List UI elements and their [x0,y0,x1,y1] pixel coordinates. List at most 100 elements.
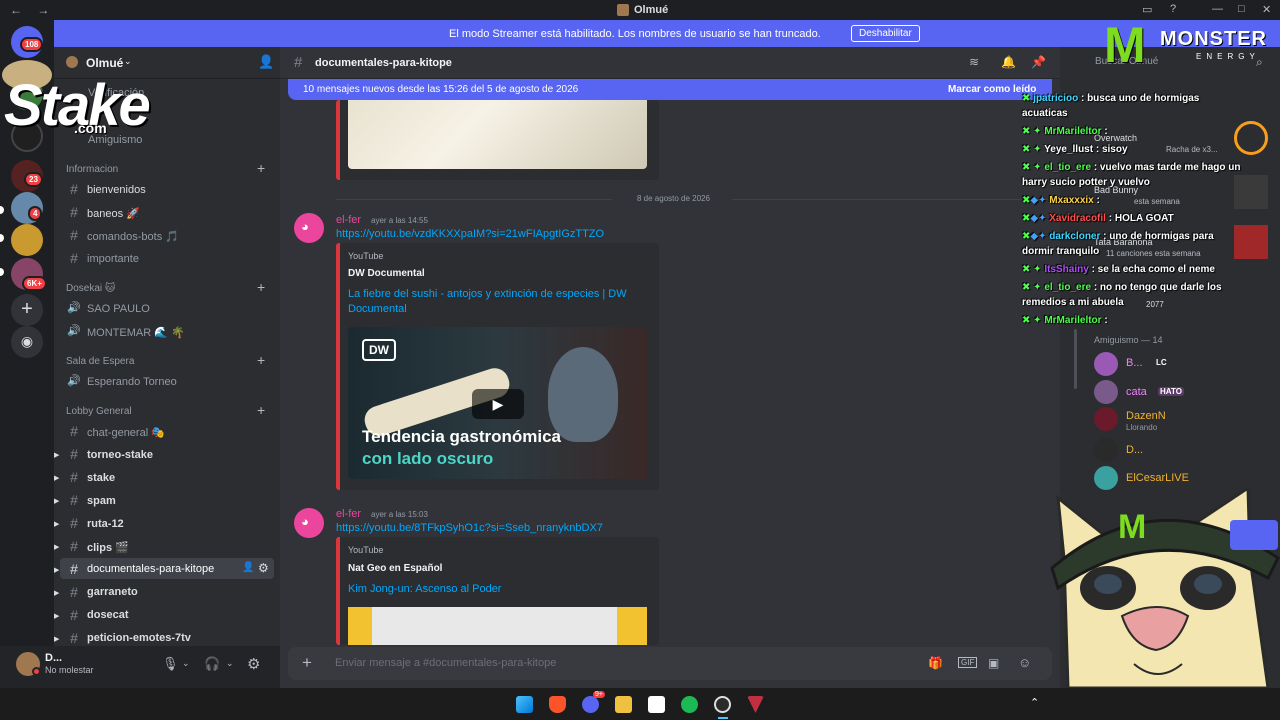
message-link[interactable]: https://youtu.be/vzdKKXXpaIM?si=21wFIApg… [336,228,604,240]
add-channel-icon[interactable]: + [257,160,265,176]
voice-channel-esperando-torneo[interactable]: Esperando Torneo [87,376,177,388]
new-messages-bar[interactable]: 10 mensajes nuevos desde las 15:26 del 5… [288,79,1052,100]
add-friend-icon[interactable]: 👤 [258,54,274,70]
channel-clips[interactable]: clips 🎬 [87,541,129,554]
launcher-icon[interactable] [747,696,764,713]
message-author[interactable]: el-fer [336,214,361,226]
disable-streamer-button[interactable]: Deshabilitar [851,25,920,42]
discord-icon[interactable] [582,696,599,713]
discover-icon[interactable]: ◉ [11,326,43,358]
chevron-down-icon[interactable]: ⌄ [182,658,190,669]
avatar[interactable]: ◕ [294,508,324,538]
server-badge: 6K+ [22,276,47,291]
video-thumbnail[interactable] [348,607,647,645]
close-icon[interactable]: ✕ [1262,3,1271,16]
user-panel: D... No molestar 🎙 ⌄ 🎧 ⌄ ⚙ [0,646,280,688]
maximize-icon[interactable]: □ [1238,3,1245,15]
brave-icon[interactable] [549,696,566,713]
avatar[interactable]: ◕ [294,213,324,243]
help-icon[interactable]: ? [1170,3,1176,15]
category-informacion[interactable]: Informacion [66,164,118,175]
embed-title[interactable]: La fiebre del sushi - antojos y extinció… [348,287,648,317]
invite-icon[interactable]: 👤 [242,562,254,573]
gift-icon[interactable]: 🎁 [928,656,943,670]
pin-icon[interactable]: 📌 [1031,55,1046,69]
voice-channel-montemar[interactable]: MONTEMAR 🌊 🌴 [87,326,185,339]
channel-baneos[interactable]: baneos 🚀 [87,207,140,220]
unread-arrow-icon: ▶ [54,590,60,597]
scrollbar[interactable] [1074,329,1077,389]
category-dosekai[interactable]: Dosekai 🐱 [66,283,115,294]
member-name[interactable]: cata [1126,386,1147,398]
embed-author[interactable]: DW Documental [348,268,425,279]
gif-icon[interactable]: GIF [958,657,978,668]
emoji-icon[interactable]: ☺ [1018,655,1031,670]
microphone-icon[interactable]: 🎙 [162,656,179,672]
channel-documentales-para-kitope[interactable]: documentales-para-kitope [87,563,214,575]
avatar[interactable] [1094,380,1118,404]
channel-peticion-emotes-7tv[interactable]: peticion-emotes-7tv [87,632,191,644]
chevron-down-icon[interactable]: ⌄ [226,658,234,669]
nav-arrows-icon[interactable]: ← → [10,3,55,17]
channel-bienvenidos[interactable]: bienvenidos [87,184,146,196]
gear-icon[interactable]: ⚙ [258,561,269,575]
channel-ruta-12[interactable]: ruta-12 [87,518,124,530]
play-icon[interactable]: ▶ [472,389,524,419]
category-sala-de-espera[interactable]: Sala de Espera [66,356,134,367]
minimize-icon[interactable]: — [1212,3,1223,15]
video-thumbnail[interactable]: DW ▶ Tendencia gastronómica con lado osc… [348,327,647,479]
channel-comandos-bots[interactable]: comandos-bots 🎵 [87,230,179,243]
sticker-icon[interactable]: ▣ [988,656,999,670]
hash-icon: # [70,446,78,462]
threads-icon[interactable]: ≋ [969,55,979,69]
message-link[interactable]: https://youtu.be/8TFkpSyhO1c?si=Sseb_nra… [336,522,603,534]
add-server-icon[interactable]: + [11,294,43,326]
obs-icon[interactable] [714,696,731,713]
server-icon[interactable] [11,224,43,256]
add-channel-icon[interactable]: + [257,352,265,368]
member-name[interactable]: DazenN [1126,410,1166,422]
channel-stake[interactable]: stake [87,472,115,484]
avatar[interactable] [1094,438,1118,462]
add-attachment-icon[interactable]: + [302,653,312,673]
message-input[interactable]: + Enviar mensaje a #documentales-para-ki… [288,647,1052,680]
embed-provider[interactable]: YouTube [348,251,383,261]
tray-chevron-up-icon[interactable]: ⌃ [1030,696,1039,709]
headphones-icon[interactable]: 🎧 [204,656,220,672]
avatar[interactable] [1094,352,1118,376]
user-name[interactable]: D... [45,652,62,664]
add-channel-icon[interactable]: + [257,279,265,295]
voice-channel-sao-paulo[interactable]: SAO PAULO [87,303,150,315]
member-name[interactable]: ElCesarLIVE [1126,472,1189,484]
channel-header: # documentales-para-kitope ≋ 🔔 📌 [280,47,1060,79]
category-lobby-general[interactable]: Lobby General [66,406,132,417]
avatar[interactable] [1094,407,1118,431]
embed-title[interactable]: Kim Jong-un: Ascenso al Poder [348,582,501,597]
message-author[interactable]: el-fer [336,508,361,520]
unread-arrow-icon: ▶ [54,544,60,551]
bell-icon[interactable]: 🔔 [1001,55,1016,69]
member-name[interactable]: B... [1126,357,1143,369]
channel-importante[interactable]: importante [87,253,139,265]
channel-spam[interactable]: spam [87,495,116,507]
gear-icon[interactable]: ⚙ [247,655,260,673]
capture-icon[interactable] [648,696,665,713]
file-explorer-icon[interactable] [615,696,632,713]
embed-provider[interactable]: YouTube [348,545,383,555]
avatar[interactable] [1094,466,1118,490]
inbox-icon[interactable]: ▭ [1142,3,1152,16]
member-name[interactable]: D... [1126,444,1143,456]
channel-dosecat[interactable]: dosecat [87,609,129,621]
embed-thumbnail[interactable] [348,100,647,169]
hash-icon: # [70,469,78,485]
channel-garraneto[interactable]: garraneto [87,586,138,598]
embed-author[interactable]: Nat Geo en Español [348,563,442,574]
spotify-icon[interactable] [681,696,698,713]
add-channel-icon[interactable]: + [257,402,265,418]
stream-chat-text: : sisoy [1095,144,1128,155]
stream-chat-line: ✖◆✦ darkcloner : uno de hormigas para do… [1022,231,1214,257]
monster-brand-sub: ENERGY [1196,52,1260,61]
channel-chat-general[interactable]: chat-general 🎭 [87,426,165,439]
windows-start-icon[interactable] [516,696,533,713]
channel-torneo-stake[interactable]: torneo-stake [87,449,153,461]
